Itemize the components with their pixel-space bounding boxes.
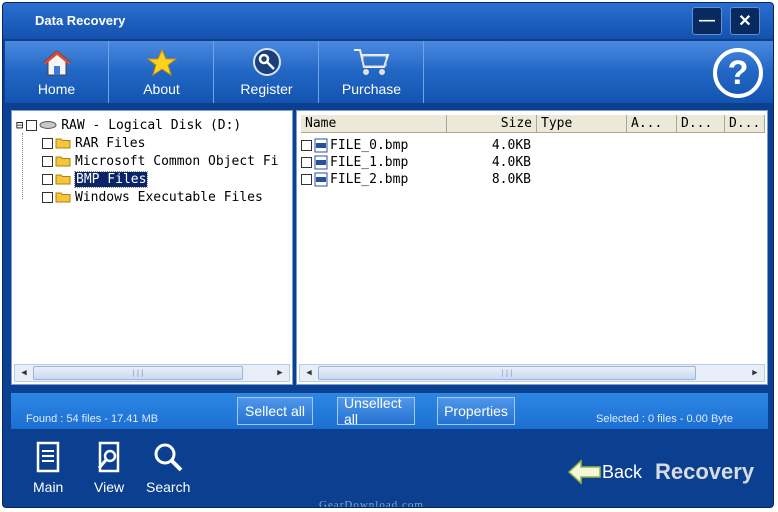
- main-label: Main: [33, 479, 64, 495]
- select-all-button[interactable]: Sellect all: [237, 397, 313, 425]
- scroll-right-arrow-icon[interactable]: ▶: [271, 365, 289, 381]
- column-header-size[interactable]: Size: [447, 115, 537, 133]
- file-checkbox[interactable]: [301, 157, 312, 168]
- home-button[interactable]: Home: [5, 41, 109, 103]
- file-name: FILE_2.bmp: [330, 172, 409, 187]
- tree-guide-line: [22, 133, 23, 199]
- tree-horizontal-scrollbar[interactable]: ◀ ||| ▶: [14, 364, 290, 382]
- tree-root-checkbox[interactable]: [26, 119, 38, 131]
- bmp-file-icon: [314, 138, 328, 153]
- tree-item-label: BMP Files: [73, 170, 149, 188]
- cart-icon: [353, 49, 389, 75]
- bmp-file-icon: [314, 172, 328, 187]
- magnifier-document-icon: [97, 441, 120, 473]
- register-button[interactable]: Register: [215, 41, 319, 103]
- home-icon: [42, 50, 71, 76]
- title-bar[interactable]: Data Recovery — ✕: [3, 3, 773, 39]
- scroll-left-arrow-icon[interactable]: ◀: [300, 365, 318, 381]
- folder-icon: [55, 174, 71, 185]
- main-button[interactable]: Main: [33, 441, 63, 495]
- tree-item-selected[interactable]: BMP Files: [42, 170, 149, 188]
- found-status: Found : 54 files - 17.41 MB: [26, 413, 159, 425]
- scroll-right-arrow-icon[interactable]: ▶: [746, 365, 764, 381]
- register-label: Register: [240, 81, 293, 97]
- close-button[interactable]: ✕: [730, 7, 760, 35]
- file-size: 4.0KB: [491, 138, 531, 153]
- tree-item[interactable]: RAR Files: [42, 134, 145, 152]
- arrow-left-icon: [568, 459, 601, 485]
- status-bar: Found : 54 files - 17.41 MB Sellect all …: [11, 393, 768, 429]
- file-size: 8.0KB: [491, 172, 531, 187]
- view-button[interactable]: View: [94, 441, 124, 495]
- collapse-icon[interactable]: ⊟: [16, 118, 23, 132]
- tree-item-label: Microsoft Common Object Fi: [75, 153, 279, 169]
- table-row[interactable]: FILE_1.bmp 4.0KB: [301, 154, 761, 171]
- tree-item-checkbox[interactable]: [42, 137, 53, 149]
- folder-tree-panel[interactable]: ⊟ RAW - Logical Disk (D:) RAR Files Micr…: [11, 110, 293, 385]
- file-name: FILE_1.bmp: [330, 155, 409, 170]
- tree-item-label: RAR Files: [75, 135, 146, 151]
- star-icon: [146, 49, 177, 77]
- view-label: View: [94, 479, 125, 495]
- column-header-type[interactable]: Type: [537, 115, 627, 133]
- file-checkbox[interactable]: [301, 174, 312, 185]
- watermark: GearDownload.com: [319, 499, 424, 508]
- scroll-left-arrow-icon[interactable]: ◀: [15, 365, 33, 381]
- tree-root-label: RAW - Logical Disk (D:): [61, 117, 242, 133]
- about-label: About: [143, 81, 180, 97]
- app-window: Data Recovery — ✕ Home About Register Pu…: [2, 2, 774, 508]
- file-name: FILE_0.bmp: [330, 138, 409, 153]
- folder-icon: [55, 156, 71, 167]
- back-label: Back: [602, 461, 643, 482]
- column-header-date-2[interactable]: D...: [725, 115, 765, 133]
- purchase-button[interactable]: Purchase: [320, 41, 424, 103]
- selected-status: Selected : 0 files - 0.00 Byte: [596, 413, 733, 425]
- column-header-attributes[interactable]: A...: [627, 115, 677, 133]
- table-row[interactable]: FILE_0.bmp 4.0KB: [301, 137, 761, 154]
- minimize-button[interactable]: —: [692, 7, 722, 35]
- column-header-name[interactable]: Name: [301, 115, 447, 133]
- folder-icon: [55, 138, 71, 149]
- search-button[interactable]: Search: [146, 441, 190, 495]
- help-button[interactable]: ?: [713, 48, 763, 98]
- tree-item[interactable]: Windows Executable Files: [42, 188, 263, 206]
- file-size: 4.0KB: [491, 155, 531, 170]
- tree-item[interactable]: Microsoft Common Object Fi: [42, 152, 279, 170]
- tree-item-checkbox[interactable]: [42, 173, 53, 185]
- back-button[interactable]: Back: [568, 459, 642, 485]
- search-label: Search: [146, 479, 191, 495]
- scrollbar-thumb[interactable]: |||: [33, 366, 243, 380]
- bottom-navigation: Main View Search Back Recovery GearDownl…: [3, 431, 773, 508]
- key-icon: [252, 48, 281, 76]
- document-icon: [36, 441, 60, 473]
- about-button[interactable]: About: [110, 41, 214, 103]
- scrollbar-thumb[interactable]: |||: [318, 366, 696, 380]
- tree-item-checkbox[interactable]: [42, 155, 53, 167]
- home-label: Home: [37, 81, 76, 97]
- file-checkbox[interactable]: [301, 140, 312, 151]
- tree-item-checkbox[interactable]: [42, 191, 53, 203]
- window-title: Data Recovery: [35, 13, 126, 28]
- disk-icon: [39, 121, 57, 129]
- purchase-label: Purchase: [341, 81, 402, 97]
- tree-root[interactable]: ⊟ RAW - Logical Disk (D:): [16, 116, 241, 134]
- properties-button[interactable]: Properties: [437, 397, 515, 425]
- search-icon: [154, 443, 183, 472]
- tree-item-label: Windows Executable Files: [75, 189, 263, 205]
- file-list-horizontal-scrollbar[interactable]: ◀ ||| ▶: [299, 364, 765, 382]
- main-toolbar: Home About Register Purchase ?: [5, 41, 773, 103]
- minimize-icon: —: [699, 12, 715, 29]
- folder-icon: [55, 192, 71, 203]
- column-header-date-1[interactable]: D...: [677, 115, 725, 133]
- unselect-all-button[interactable]: Unsellect all: [337, 395, 415, 427]
- close-icon: ✕: [738, 13, 752, 30]
- bmp-file-icon: [314, 155, 328, 170]
- recovery-button[interactable]: Recovery: [655, 459, 754, 485]
- help-icon: ?: [727, 53, 749, 92]
- file-list-panel[interactable]: Name Size Type A... D... D... FILE_0.bmp…: [296, 110, 768, 385]
- table-row[interactable]: FILE_2.bmp 8.0KB: [301, 171, 761, 188]
